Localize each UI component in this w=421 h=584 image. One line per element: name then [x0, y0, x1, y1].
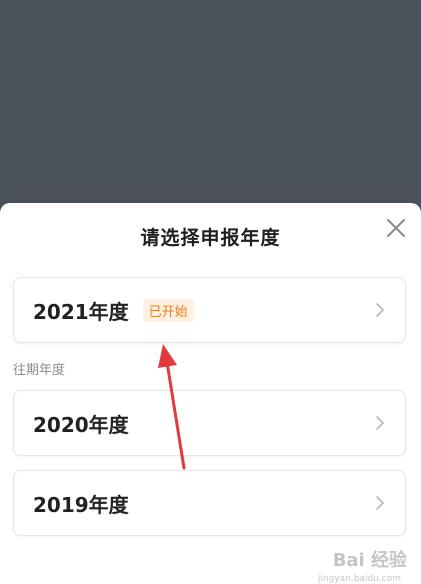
status-badge: 已开始 [142, 298, 194, 322]
watermark-subtext: jingyan.baidu.com [317, 574, 401, 584]
year-select-sheet: 请选择申报年度 2021年度 已开始 往期年度 2020年度 2019年度 [0, 203, 421, 584]
dimmed-overlay[interactable] [0, 0, 421, 203]
chevron-right-icon [376, 496, 384, 510]
year-option-2020[interactable]: 2020年度 [13, 390, 406, 456]
year-label: 2019年度 [33, 492, 129, 517]
year-label: 2021年度 [33, 299, 129, 324]
watermark-text: Bai 经验 [332, 550, 407, 571]
year-option-2019[interactable]: 2019年度 [13, 470, 406, 536]
close-icon [387, 219, 405, 237]
sheet-title: 请选择申报年度 [140, 227, 281, 249]
year-option-2021[interactable]: 2021年度 已开始 [13, 277, 406, 343]
past-years-label: 往期年度 [13, 363, 66, 378]
chevron-right-icon [376, 303, 384, 317]
close-button[interactable] [385, 217, 407, 239]
year-label: 2020年度 [33, 412, 129, 437]
watermark: Bai 经验 [333, 546, 407, 572]
chevron-right-icon [376, 416, 384, 430]
